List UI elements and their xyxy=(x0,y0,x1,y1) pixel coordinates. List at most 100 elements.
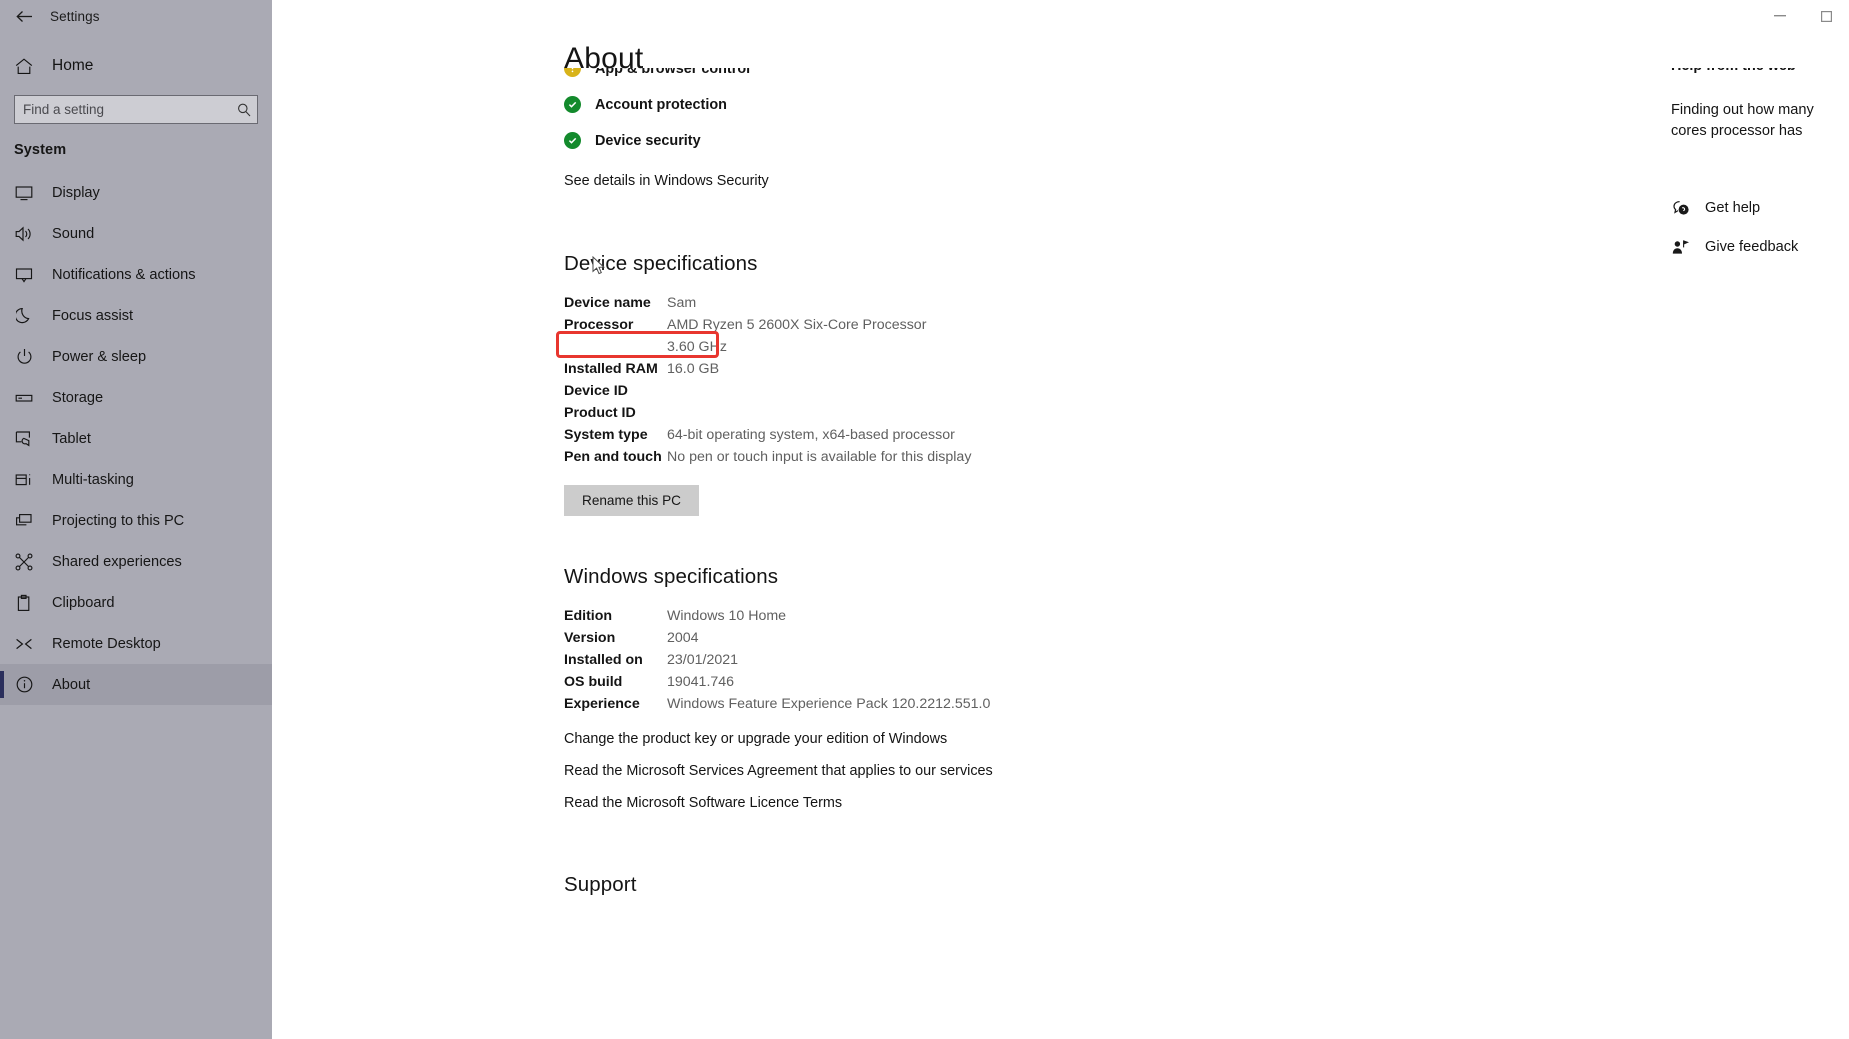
sidebar-item-label: Sound xyxy=(52,225,95,242)
spec-key: Version xyxy=(564,630,616,646)
spec-row-installed-ram: Installed RAM 16.0 GB xyxy=(564,358,1624,380)
sidebar-item-multi-tasking[interactable]: Multi-tasking xyxy=(0,459,272,500)
sidebar-item-power-sleep[interactable]: Power & sleep xyxy=(0,336,272,377)
security-item-label: App & browser control xyxy=(595,68,751,77)
security-item-device-security[interactable]: Device security xyxy=(564,127,1624,154)
spec-value: Windows Feature Experience Pack 120.2212… xyxy=(667,696,991,712)
remote-desktop-icon xyxy=(14,634,34,654)
sidebar-item-remote-desktop[interactable]: Remote Desktop xyxy=(0,623,272,664)
minimize-button[interactable] xyxy=(1757,0,1803,32)
share-nodes-icon xyxy=(14,552,34,572)
sidebar-item-display[interactable]: Display xyxy=(0,172,272,213)
window-titlebar-left: Settings xyxy=(0,0,272,32)
sidebar-item-clipboard[interactable]: Clipboard xyxy=(0,582,272,623)
give-feedback-icon xyxy=(1671,237,1690,256)
sidebar-item-tablet[interactable]: Tablet xyxy=(0,418,272,459)
sidebar-item-label: Power & sleep xyxy=(52,348,147,365)
window-controls xyxy=(1757,0,1849,32)
sidebar-item-sound[interactable]: Sound xyxy=(0,213,272,254)
sidebar-item-label: Notifications & actions xyxy=(52,266,196,283)
search-input[interactable] xyxy=(15,96,231,123)
monitor-icon xyxy=(14,183,34,203)
spec-row-installed-on: Installed on 23/01/2021 xyxy=(564,649,1624,671)
spec-value: 16.0 GB xyxy=(667,361,720,377)
storage-icon xyxy=(14,388,34,408)
spec-row-os-build: OS build 19041.746 xyxy=(564,671,1624,693)
sidebar-item-label: Clipboard xyxy=(52,594,115,611)
power-icon xyxy=(14,347,34,367)
change-product-key-link[interactable]: Change the product key or upgrade your e… xyxy=(564,731,1624,747)
windows-specifications-heading: Windows specifications xyxy=(564,565,779,588)
sidebar-nav: Display Sound Notifications & actions Fo… xyxy=(0,172,272,705)
get-help-icon xyxy=(1671,198,1690,217)
sidebar-group-title: System xyxy=(14,142,67,158)
device-specifications-table: Device name Sam Processor AMD Ryzen 5 26… xyxy=(564,292,1624,468)
back-arrow-icon[interactable] xyxy=(10,3,38,29)
spec-value: 64-bit operating system, x64-based proce… xyxy=(667,427,955,443)
spec-value: 2004 xyxy=(667,630,699,646)
app-title: Settings xyxy=(50,8,100,24)
spec-row-experience: Experience Windows Feature Experience Pa… xyxy=(564,693,1624,715)
spec-row-product-id: Product ID xyxy=(564,402,1624,424)
clipboard-icon xyxy=(14,593,34,613)
maximize-button[interactable] xyxy=(1803,0,1849,32)
help-rail-heading-wrapper: Help from the web xyxy=(1671,68,1849,80)
spec-key: Installed on xyxy=(564,652,643,668)
spec-value: Sam xyxy=(667,295,697,311)
spec-row-system-type: System type 64-bit operating system, x64… xyxy=(564,424,1624,446)
settings-window: Settings Home System xyxy=(0,0,1849,1039)
windows-specs-links: Change the product key or upgrade your e… xyxy=(564,731,1624,811)
sidebar-item-home[interactable]: Home xyxy=(0,46,272,86)
security-item-label: Account protection xyxy=(595,96,727,113)
windows-security-status-list: App & browser control Account protection… xyxy=(564,68,1624,154)
spec-row-device-id: Device ID xyxy=(564,380,1624,402)
spec-key: Device ID xyxy=(564,383,628,399)
get-help-action[interactable]: Get help xyxy=(1671,194,1849,221)
sidebar-item-label: Display xyxy=(52,184,100,201)
sidebar-item-projecting-to-this-pc[interactable]: Projecting to this PC xyxy=(0,500,272,541)
help-from-the-web-heading: Help from the web xyxy=(1671,68,1849,74)
sidebar-item-label: About xyxy=(52,676,91,693)
security-item-clipped-wrapper: App & browser control xyxy=(564,68,1624,82)
check-circle-icon xyxy=(564,132,581,149)
security-item-app-browser-control[interactable]: App & browser control xyxy=(564,68,1624,82)
support-heading: Support xyxy=(564,873,637,896)
spec-row-edition: Edition Windows 10 Home xyxy=(564,605,1624,627)
spec-value: 19041.746 xyxy=(667,674,735,690)
rename-this-pc-button[interactable]: Rename this PC xyxy=(564,485,699,516)
security-item-label: Device security xyxy=(595,132,701,149)
main-content: About App & browser control Account prot… xyxy=(272,0,1849,1039)
sidebar-item-about[interactable]: About xyxy=(0,664,272,705)
sidebar-item-storage[interactable]: Storage xyxy=(0,377,272,418)
spec-row-version: Version 2004 xyxy=(564,627,1624,649)
microsoft-services-agreement-link[interactable]: Read the Microsoft Services Agreement th… xyxy=(564,763,1624,779)
help-topic-link[interactable]: Finding out how many cores processor has xyxy=(1671,100,1843,142)
tablet-icon xyxy=(14,429,34,449)
search-box[interactable] xyxy=(14,95,258,124)
sidebar-item-focus-assist[interactable]: Focus assist xyxy=(0,295,272,336)
microsoft-software-licence-terms-link[interactable]: Read the Microsoft Software Licence Term… xyxy=(564,795,1624,811)
spec-row-pen-and-touch: Pen and touch No pen or touch input is a… xyxy=(564,446,1624,468)
sidebar-item-label: Storage xyxy=(52,389,104,406)
give-feedback-action[interactable]: Give feedback xyxy=(1671,233,1849,260)
speaker-icon xyxy=(14,224,34,244)
spec-key: Product ID xyxy=(564,405,636,421)
see-details-in-windows-security-link[interactable]: See details in Windows Security xyxy=(564,173,769,189)
sidebar-item-label: Tablet xyxy=(52,430,91,447)
spec-key: Edition xyxy=(564,608,613,624)
help-rail-actions: Get help Give feedback xyxy=(1671,194,1849,260)
about-content: App & browser control Account protection… xyxy=(564,68,1624,897)
warning-badge-icon xyxy=(564,68,581,77)
search-icon xyxy=(231,96,257,123)
spec-key: Experience xyxy=(564,696,640,712)
spec-value: No pen or touch input is available for t… xyxy=(667,449,972,465)
spec-value: 23/01/2021 xyxy=(667,652,739,668)
windows-specifications-table: Edition Windows 10 Home Version 2004 Ins… xyxy=(564,605,1624,715)
sidebar-item-shared-experiences[interactable]: Shared experiences xyxy=(0,541,272,582)
device-specifications-heading: Device specifications xyxy=(564,252,758,275)
spec-key: Pen and touch xyxy=(564,449,662,465)
help-rail: Help from the web Finding out how many c… xyxy=(1671,68,1849,260)
projecting-icon xyxy=(14,511,34,531)
sidebar-item-notifications-actions[interactable]: Notifications & actions xyxy=(0,254,272,295)
security-item-account-protection[interactable]: Account protection xyxy=(564,91,1624,118)
